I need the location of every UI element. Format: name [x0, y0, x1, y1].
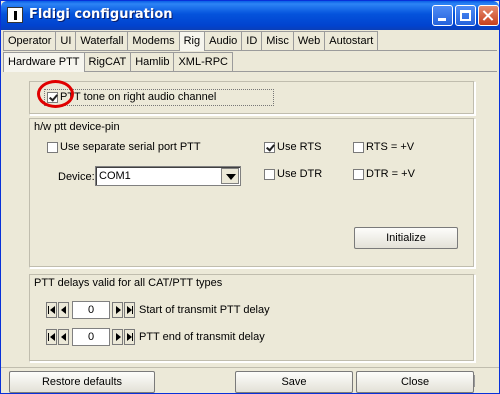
- end-delay-fast-increment[interactable]: [124, 329, 135, 345]
- footer-divider: [1, 367, 499, 368]
- device-dropdown-button[interactable]: [221, 168, 239, 184]
- tab-id[interactable]: ID: [241, 31, 263, 51]
- minimize-icon: [438, 18, 446, 21]
- minimize-button[interactable]: [432, 5, 453, 26]
- config-window: Fldigi configuration Operator UI Waterfa…: [0, 0, 500, 394]
- app-icon: [7, 7, 23, 23]
- main-tab-divider: [3, 50, 497, 51]
- start-delay-input[interactable]: 0: [72, 301, 110, 319]
- start-delay-label: Start of transmit PTT delay: [139, 304, 270, 316]
- use-dtr-checkbox[interactable]: Use DTR: [264, 168, 322, 180]
- tab-rig[interactable]: Rig: [178, 31, 206, 51]
- chevron-down-icon: [226, 174, 236, 180]
- dtr-v-checkbox[interactable]: DTR = +V: [353, 168, 415, 180]
- rts-v-label: RTS = +V: [366, 141, 415, 153]
- title-bar[interactable]: Fldigi configuration: [1, 1, 499, 30]
- use-dtr-label: Use DTR: [277, 168, 323, 180]
- tab-xml-rpc[interactable]: XML-RPC: [173, 52, 233, 72]
- use-rts-label: Use RTS: [277, 141, 322, 153]
- hw-ptt-group-title: h/w ptt device-pin: [34, 121, 120, 133]
- checkbox-icon: [353, 141, 364, 153]
- close-icon: [479, 6, 498, 25]
- start-delay-fast-decrement[interactable]: [46, 302, 57, 318]
- tab-waterfall[interactable]: Waterfall: [75, 31, 129, 51]
- separate-port-checkbox[interactable]: Use separate serial port PTT: [47, 141, 201, 153]
- initialize-button[interactable]: Initialize: [354, 227, 458, 249]
- restore-defaults-button[interactable]: Restore defaults: [9, 371, 155, 393]
- main-tab-bar: Operator UI Waterfall Modems Rig Audio I…: [3, 31, 379, 51]
- use-rts-checkbox[interactable]: Use RTS: [264, 141, 321, 153]
- highlight-circle: [37, 80, 74, 108]
- ptt-tone-label: PTT tone on right audio channel: [60, 91, 217, 103]
- start-delay-fast-increment[interactable]: [124, 302, 135, 318]
- tab-misc[interactable]: Misc: [261, 31, 294, 51]
- separate-port-label: Use separate serial port PTT: [60, 141, 201, 153]
- checkbox-icon: [47, 141, 58, 153]
- sub-tab-bar: Hardware PTT RigCAT Hamlib XML-RPC: [3, 52, 233, 72]
- start-delay-increment[interactable]: [112, 302, 123, 318]
- tab-operator[interactable]: Operator: [3, 31, 57, 51]
- device-value: COM1: [99, 170, 131, 182]
- resize-grip-icon[interactable]: [461, 375, 475, 387]
- start-delay-counter: 0 Start of transmit PTT delay: [46, 301, 270, 319]
- close-window-button[interactable]: [478, 5, 499, 26]
- end-delay-label: PTT end of transmit delay: [139, 331, 265, 343]
- tab-ui[interactable]: UI: [55, 31, 77, 51]
- rts-v-checkbox[interactable]: RTS = +V: [353, 141, 414, 153]
- tab-autostart[interactable]: Autostart: [324, 31, 379, 51]
- maximize-button[interactable]: [455, 5, 476, 26]
- ptt-delays-group-title: PTT delays valid for all CAT/PTT types: [34, 277, 223, 289]
- end-delay-input[interactable]: 0: [72, 328, 110, 346]
- tab-rigcat[interactable]: RigCAT: [83, 52, 132, 72]
- device-select[interactable]: COM1: [95, 166, 241, 186]
- checkbox-icon: [264, 168, 275, 180]
- end-delay-counter: 0 PTT end of transmit delay: [46, 328, 265, 346]
- tab-hamlib[interactable]: Hamlib: [130, 52, 175, 72]
- tab-hardware-ptt[interactable]: Hardware PTT: [3, 52, 85, 72]
- end-delay-increment[interactable]: [112, 329, 123, 345]
- close-button[interactable]: Close: [356, 371, 474, 393]
- checkbox-checked-icon: [264, 141, 275, 153]
- maximize-icon: [460, 10, 471, 21]
- checkbox-icon: [353, 168, 364, 180]
- end-delay-decrement[interactable]: [58, 329, 69, 345]
- tab-modems[interactable]: Modems: [127, 31, 180, 51]
- end-delay-fast-decrement[interactable]: [46, 329, 57, 345]
- tab-web[interactable]: Web: [292, 31, 326, 51]
- device-label: Device:: [58, 171, 95, 183]
- window-title: Fldigi configuration: [29, 7, 173, 22]
- save-button[interactable]: Save: [235, 371, 353, 393]
- tab-audio[interactable]: Audio: [204, 31, 243, 51]
- dtr-v-label: DTR = +V: [366, 168, 415, 180]
- start-delay-decrement[interactable]: [58, 302, 69, 318]
